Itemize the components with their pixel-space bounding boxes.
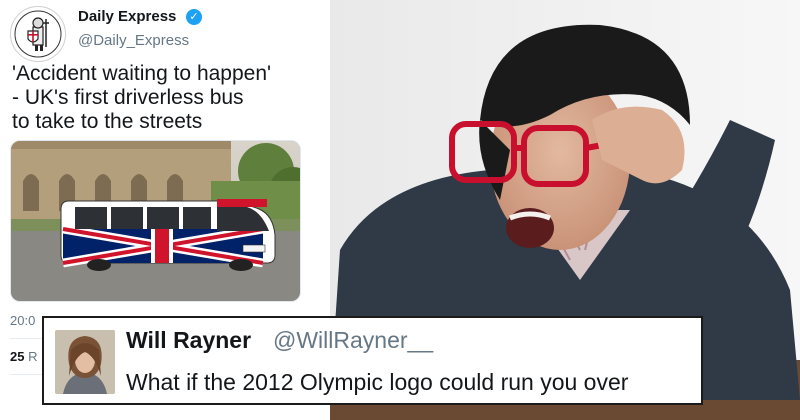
account-name[interactable]: Daily Express [78,8,176,25]
tweet-text: 'Accident waiting to happen' - UK's firs… [12,62,322,134]
retweet-count[interactable]: 25 R [10,349,37,364]
reply-tweet-card[interactable]: Will Rayner @WillRayner__ What if the 20… [42,316,703,405]
will-rayner-avatar[interactable] [55,330,115,394]
bus-photo-card[interactable] [10,140,301,302]
verified-check-icon: ✓ [186,9,202,25]
avatar-image [55,330,115,394]
daily-express-avatar[interactable] [10,6,66,62]
tweet-timestamp[interactable]: 20:0 [10,313,35,328]
headline-line-3: to take to the streets [12,110,203,133]
reply-author-handle[interactable]: @WillRayner__ [273,327,433,354]
retweet-number: 25 [10,349,25,364]
headline-line-1: 'Accident waiting to happen' [12,62,272,85]
headline-line-2: - UK's first driverless bus [12,86,244,109]
account-handle[interactable]: @Daily_Express [78,32,189,49]
reply-text: What if the 2012 Olympic logo could run … [126,369,629,395]
reply-author-name[interactable]: Will Rayner [126,327,251,354]
crusader-logo-icon [14,10,62,58]
retweet-label: R [28,349,38,364]
driverless-bus-image [11,141,300,301]
